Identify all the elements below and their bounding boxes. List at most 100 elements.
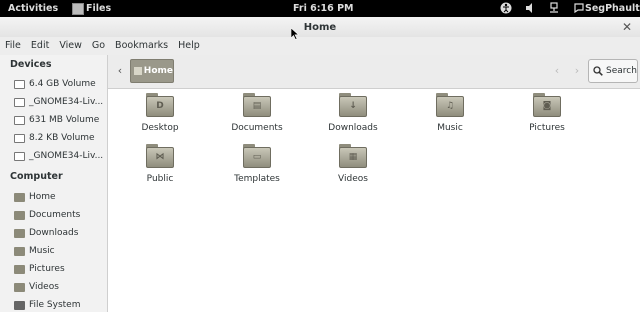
- drive-icon: [14, 133, 25, 143]
- sidebar-item-label: Pictures: [29, 264, 65, 274]
- close-icon[interactable]: ✕: [620, 20, 634, 34]
- folder-icon: ▦: [339, 144, 367, 168]
- camera-icon: ◙: [542, 101, 552, 111]
- sidebar-item-pictures[interactable]: Pictures: [14, 264, 65, 274]
- file-item-label: Public: [146, 174, 174, 184]
- file-item-videos[interactable]: ▦ Videos: [313, 144, 393, 184]
- menubar: File Edit View Go Bookmarks Help: [0, 37, 640, 55]
- sidebar-item-file-system[interactable]: File System: [14, 300, 80, 310]
- folder-icon: [14, 246, 25, 256]
- sidebar-item-videos[interactable]: Videos: [14, 282, 59, 292]
- sidebar-item-label: _GNOME34-Liv...: [29, 97, 104, 107]
- share-icon: ⋈: [155, 152, 165, 162]
- drive-icon: [14, 115, 25, 125]
- sidebar-item-device[interactable]: 631 MB Volume: [14, 115, 99, 125]
- sidebar-heading-computer: Computer: [10, 171, 63, 182]
- activities-button[interactable]: Activities: [8, 3, 58, 14]
- file-item-public[interactable]: ⋈ Public: [120, 144, 200, 184]
- desktop-icon: D: [156, 101, 164, 111]
- toolbar: ‹ Home ‹ › Search: [108, 55, 640, 89]
- sidebar-item-device[interactable]: 8.2 KB Volume: [14, 133, 95, 143]
- breadcrumb-home[interactable]: Home: [130, 59, 174, 83]
- search-button[interactable]: Search: [588, 59, 638, 83]
- app-menu-label: Files: [86, 3, 112, 14]
- folder-icon: [14, 264, 25, 274]
- sidebar-item-label: 8.2 KB Volume: [29, 133, 95, 143]
- drive-icon: [14, 97, 25, 107]
- folder-icon: ◙: [533, 93, 561, 117]
- files-window: Home ✕ File Edit View Go Bookmarks Help …: [0, 17, 640, 312]
- file-item-label: Documents: [231, 123, 283, 133]
- menu-view[interactable]: View: [54, 37, 87, 55]
- network-icon[interactable]: [548, 2, 560, 14]
- sidebar: Devices 6.4 GB Volume _GNOME34-Liv... 63…: [0, 55, 108, 312]
- folder-icon: ♫: [436, 93, 464, 117]
- sidebar-item-label: Music: [29, 246, 55, 256]
- sidebar-item-label: Home: [29, 192, 56, 202]
- sidebar-item-label: Documents: [29, 210, 81, 220]
- file-item-label: Pictures: [529, 123, 565, 133]
- file-item-label: Downloads: [328, 123, 378, 133]
- file-item-downloads[interactable]: ↓ Downloads: [313, 93, 393, 133]
- template-icon: ▭: [252, 152, 262, 162]
- folder-icon: [14, 282, 25, 292]
- volume-icon[interactable]: [525, 2, 537, 14]
- sidebar-item-device[interactable]: 6.4 GB Volume: [14, 79, 96, 89]
- content: Devices 6.4 GB Volume _GNOME34-Liv... 63…: [0, 55, 640, 312]
- file-item-desktop[interactable]: D Desktop: [120, 93, 200, 133]
- home-icon: [134, 67, 142, 75]
- file-item-music[interactable]: ♫ Music: [410, 93, 490, 133]
- drive-icon: [14, 151, 25, 161]
- folder-icon: ↓: [339, 93, 367, 117]
- file-item-label: Desktop: [141, 123, 179, 133]
- top-panel: Activities Files Fri 6:16 PM SegPhault: [0, 0, 640, 17]
- sidebar-heading-devices: Devices: [10, 59, 52, 70]
- sidebar-item-home[interactable]: Home: [14, 192, 56, 202]
- sidebar-item-label: 6.4 GB Volume: [29, 79, 96, 89]
- file-item-label: Templates: [234, 174, 280, 184]
- app-menu[interactable]: Files: [72, 1, 111, 16]
- sidebar-item-label: Downloads: [29, 228, 79, 238]
- home-folder-icon: [14, 192, 25, 202]
- file-item-documents[interactable]: ▤ Documents: [217, 93, 297, 133]
- user-status-icon[interactable]: [573, 2, 585, 14]
- search-icon: [593, 66, 603, 76]
- file-item-pictures[interactable]: ◙ Pictures: [507, 93, 587, 133]
- sidebar-item-device[interactable]: _GNOME34-Liv...: [14, 151, 103, 161]
- user-menu[interactable]: SegPhault: [585, 3, 640, 14]
- file-item-templates[interactable]: ▭ Templates: [217, 144, 297, 184]
- folder-icon: ▭: [243, 144, 271, 168]
- menu-edit[interactable]: Edit: [26, 37, 54, 55]
- menu-bookmarks[interactable]: Bookmarks: [110, 37, 173, 55]
- back-button[interactable]: ‹: [112, 63, 128, 79]
- sidebar-item-documents[interactable]: Documents: [14, 210, 80, 220]
- titlebar[interactable]: Home ✕: [0, 17, 640, 37]
- folder-icon: D: [146, 93, 174, 117]
- sidebar-item-label: File System: [29, 300, 81, 310]
- folder-icon: [14, 228, 25, 238]
- document-icon: ▤: [252, 101, 262, 111]
- folder-icon: ⋈: [146, 144, 174, 168]
- sidebar-item-music[interactable]: Music: [14, 246, 55, 256]
- scroll-left-icon[interactable]: ‹: [550, 63, 564, 79]
- menu-go[interactable]: Go: [87, 37, 110, 55]
- accessibility-icon[interactable]: [500, 2, 512, 14]
- sidebar-item-device[interactable]: _GNOME34-Liv...: [14, 97, 103, 107]
- window-title: Home: [303, 22, 337, 33]
- menu-help[interactable]: Help: [173, 37, 205, 55]
- film-icon: ▦: [348, 152, 358, 162]
- file-view: D Desktop ▤ Documents ↓ Downloads ♫ Musi…: [108, 89, 640, 312]
- folder-icon: ▤: [243, 93, 271, 117]
- download-icon: ↓: [349, 101, 357, 111]
- files-app-icon: [72, 2, 84, 15]
- sidebar-item-label: _GNOME34-Liv...: [29, 151, 104, 161]
- breadcrumb-label: Home: [143, 66, 173, 76]
- folder-icon: [14, 210, 25, 220]
- sidebar-item-downloads[interactable]: Downloads: [14, 228, 78, 238]
- sidebar-item-label: 631 MB Volume: [29, 115, 100, 125]
- file-item-label: Music: [437, 123, 463, 133]
- drive-icon: [14, 79, 25, 89]
- clock[interactable]: Fri 6:16 PM: [293, 3, 353, 14]
- scroll-right-icon[interactable]: ›: [570, 63, 584, 79]
- menu-file[interactable]: File: [0, 37, 26, 55]
